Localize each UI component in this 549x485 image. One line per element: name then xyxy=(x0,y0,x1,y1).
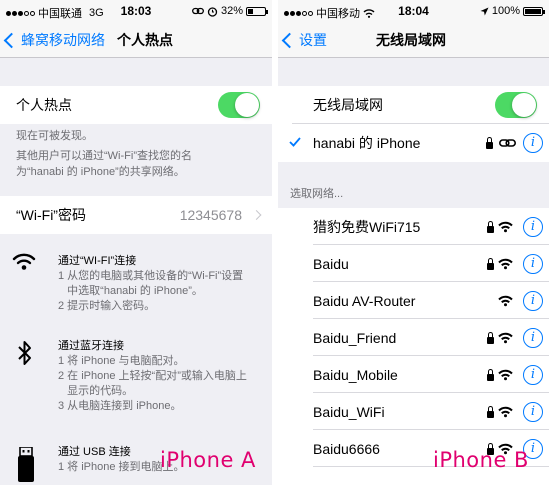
choose-network-header: 选取网络... xyxy=(278,162,549,208)
network-name: Baidu_Friend xyxy=(313,329,397,346)
network-row[interactable]: Baidu AV-Router i xyxy=(278,282,549,319)
back-label: 设置 xyxy=(299,32,327,48)
bluetooth-method-steps: 1 将 iPhone 与电脑配对。 2 在 iPhone 上轻按“配对”或输入电… xyxy=(58,354,266,414)
back-button[interactable]: 设置 xyxy=(281,30,327,50)
wlan-label: 无线局域网 xyxy=(313,97,383,113)
status-bar: 中国联通 3G 18:03 32% xyxy=(0,0,272,22)
footer-line: 其他用户可以通过“Wi-Fi”查找您的名 xyxy=(16,150,192,162)
caption-iphone-a: iPhone A xyxy=(160,448,256,472)
wifi-signal-icon xyxy=(498,369,513,380)
network-row[interactable]: 猎豹免费WiFi715 i xyxy=(278,208,549,245)
wifi-password-value: 12345678 xyxy=(179,207,242,223)
wlan-row: 无线局域网 xyxy=(278,86,549,124)
wifi-method-title: 通过“WI-FI”连接 xyxy=(58,255,137,267)
wifi-signal-icon xyxy=(498,295,513,306)
step-line: 2 提示时输入密码。 xyxy=(58,300,156,312)
lock-icon xyxy=(487,368,494,381)
network-name: Baidu AV-Router xyxy=(313,292,416,309)
wifi-method: 通过“WI-FI”连接 1 从您的电脑或其他设备的“Wi-Fi”设置 中选取“h… xyxy=(0,248,272,320)
footer-line: 为“hanabi 的 iPhone”的共享网络。 xyxy=(16,166,185,178)
bluetooth-method-title: 通过蓝牙连接 xyxy=(58,340,124,352)
page-title: 个人热点 xyxy=(117,32,173,48)
choose-network-label: 选取网络... xyxy=(290,188,344,200)
back-label: 蜂窝移动网络 xyxy=(21,32,105,48)
battery-icon xyxy=(523,6,545,16)
personal-hotspot-link-icon xyxy=(499,139,516,147)
lock-icon xyxy=(487,257,494,270)
step-line: 3 从电脑连接到 iPhone。 xyxy=(58,400,182,412)
wifi-password-label: “Wi-Fi”密码 xyxy=(16,207,86,223)
usb-icon xyxy=(18,447,34,482)
nav-bar: 设置 无线局域网 xyxy=(278,22,549,58)
network-row[interactable]: Baidu_WiFi i xyxy=(278,393,549,430)
caption-iphone-b: iPhone B xyxy=(433,448,529,472)
network-name: Baidu_WiFi xyxy=(313,403,385,420)
network-row[interactable]: Baidu i xyxy=(278,245,549,282)
bluetooth-method: 通过蓝牙连接 1 将 iPhone 与电脑配对。 2 在 iPhone 上轻按“… xyxy=(0,333,272,425)
chevron-left-icon xyxy=(3,32,20,48)
info-icon[interactable]: i xyxy=(523,290,543,311)
info-icon[interactable]: i xyxy=(523,364,543,385)
wifi-password-row[interactable]: “Wi-Fi”密码 12345678 xyxy=(0,196,272,234)
discoverable-footer: 现在可被发现。 其他用户可以通过“Wi-Fi”查找您的名 为“hanabi 的 … xyxy=(16,128,264,180)
battery-percent: 32% xyxy=(220,5,243,17)
wifi-signal-icon xyxy=(498,221,513,232)
info-icon[interactable]: i xyxy=(523,327,543,348)
location-arrow-icon xyxy=(480,7,489,15)
hotspot-row: 个人热点 xyxy=(0,86,272,124)
info-icon[interactable]: i xyxy=(523,216,543,237)
lock-icon xyxy=(487,220,494,233)
step-line: 1 将 iPhone 与电脑配对。 xyxy=(58,355,185,367)
step-line: 1 从您的电脑或其他设备的“Wi-Fi”设置 xyxy=(58,270,244,282)
network-name: 猎豹免费WiFi715 xyxy=(313,218,421,235)
battery-icon xyxy=(246,6,268,16)
hotspot-label: 个人热点 xyxy=(16,97,72,113)
footer-line: 现在可被发现。 xyxy=(16,130,93,142)
lock-icon xyxy=(487,405,494,418)
step-line: 2 在 iPhone 上轻按“配对”或输入电脑上 xyxy=(58,370,247,382)
alarm-icon xyxy=(207,6,218,17)
phone-a-screen: 中国联通 3G 18:03 32% 蜂窝移动网络 个人热点 个人热点 现在可被发… xyxy=(0,0,272,485)
chevron-left-icon xyxy=(281,32,298,48)
battery-percent: 100% xyxy=(491,5,520,17)
wifi-signal-icon xyxy=(498,406,513,417)
nav-bar: 蜂窝移动网络 个人热点 xyxy=(0,22,272,58)
phone-b-screen: 中国移动 18:04 100% 设置 无线局域网 无线局域网 hanabi 的 … xyxy=(278,0,549,485)
network-name: Baidu xyxy=(313,255,349,272)
chevron-right-icon xyxy=(251,210,262,220)
lock-icon xyxy=(487,331,494,344)
back-button[interactable]: 蜂窝移动网络 xyxy=(3,30,105,50)
wifi-method-steps: 1 从您的电脑或其他设备的“Wi-Fi”设置 中选取“hanabi 的 iPho… xyxy=(58,269,266,314)
info-icon[interactable]: i xyxy=(523,253,543,274)
connected-network-name: hanabi 的 iPhone xyxy=(313,135,421,151)
bluetooth-icon xyxy=(18,341,31,365)
section-spacer xyxy=(278,58,549,86)
network-row[interactable]: Baidu_Friend i xyxy=(278,319,549,356)
connected-network-row[interactable]: hanabi 的 iPhone i xyxy=(278,124,549,162)
page-title: 无线局域网 xyxy=(376,32,446,48)
wifi-signal-icon xyxy=(498,332,513,343)
network-name: Baidu6666 xyxy=(313,440,380,457)
status-bar: 中国移动 18:04 100% xyxy=(278,0,549,22)
wifi-icon xyxy=(12,253,36,270)
step-line: 显示的代码。 xyxy=(58,385,134,397)
usb-method-title: 通过 USB 连接 xyxy=(58,446,131,458)
info-icon[interactable]: i xyxy=(523,401,543,422)
hotspot-toggle[interactable] xyxy=(218,92,260,118)
network-row[interactable]: Baidu_Mobile i xyxy=(278,356,549,393)
wifi-signal-icon xyxy=(498,258,513,269)
network-name: Baidu_Mobile xyxy=(313,366,398,383)
checkmark-icon xyxy=(289,137,301,147)
info-icon[interactable]: i xyxy=(523,133,543,153)
step-line: 中选取“hanabi 的 iPhone”。 xyxy=(58,285,203,297)
lock-icon xyxy=(486,137,493,149)
hotspot-link-icon xyxy=(192,7,204,15)
wlan-toggle[interactable] xyxy=(495,92,537,118)
